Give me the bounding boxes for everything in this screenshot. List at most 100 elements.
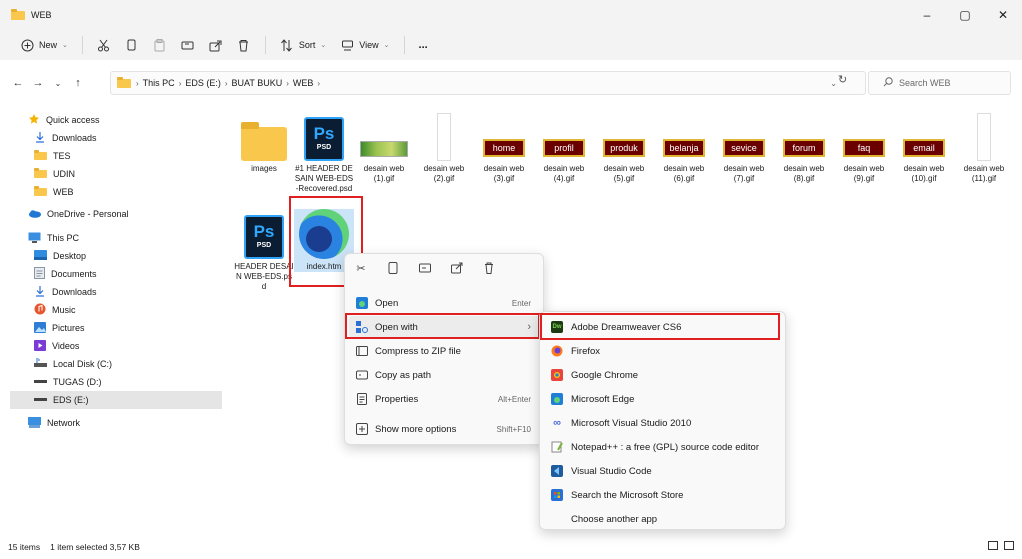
file-item-gif-1[interactable]: desain web (1).gif [354,111,414,184]
sidebar-item-local-disk-c[interactable]: Local Disk (C:) [10,355,222,373]
cut-icon[interactable]: ✂ [355,262,367,275]
minimize-button[interactable]: – [908,0,946,30]
file-item-gif-4[interactable]: profil desain web (4).gif [534,111,594,184]
share-icon[interactable] [451,262,463,274]
paste-button[interactable] [153,38,167,52]
menu-item-properties[interactable]: Properties Alt+Enter [349,388,541,410]
back-arrow-icon[interactable]: ← [8,77,28,89]
sidebar-item-udin[interactable]: UDIN [10,165,222,183]
app-label: Firefox [571,345,601,357]
breadcrumb-buat-buku[interactable]: BUAT BUKU [232,78,283,88]
trash-icon[interactable] [483,262,495,274]
menu-item-open-with[interactable]: Open with › [349,316,541,338]
file-item-gif-11[interactable]: desain web (11).gif [954,111,1014,184]
cut-button[interactable] [97,38,111,52]
view-button[interactable]: View ⌄ [340,38,390,52]
menu-item-compress-zip[interactable]: Compress to ZIP file [349,340,541,362]
zip-icon [356,345,368,357]
breadcrumb-web[interactable]: WEB [293,78,314,88]
file-item-images[interactable]: images [234,111,294,174]
breadcrumb-separator: › [286,78,289,88]
sidebar-item-tes[interactable]: TES [10,147,222,165]
app-edge[interactable]: Microsoft Edge [544,388,783,410]
copy-button[interactable] [125,38,139,52]
app-microsoft-store[interactable]: Search the Microsoft Store [544,484,783,506]
refresh-icon[interactable]: ↻ [838,73,847,86]
rename-icon[interactable] [419,262,431,274]
app-visual-studio-2010[interactable]: ∞ Microsoft Visual Studio 2010 [544,412,783,434]
folder-icon [34,150,47,162]
sidebar-item-downloads[interactable]: Downloads [10,129,222,147]
menu-item-show-more-options[interactable]: Show more options Shift+F10 [349,418,541,440]
thumbnail-view-icon[interactable] [1004,541,1014,550]
music-icon [34,303,46,317]
app-dreamweaver[interactable]: Dw Adobe Dreamweaver CS6 [544,316,783,338]
view-icon [340,38,354,52]
sort-label: Sort [298,40,316,50]
sidebar-item-web[interactable]: WEB [10,183,222,201]
recent-chevron-icon[interactable]: ⌄ [48,79,68,88]
copy-icon[interactable] [387,262,399,274]
file-item-gif-8[interactable]: forum desain web (8).gif [774,111,834,184]
sidebar-item-label: OneDrive - Personal [47,209,129,219]
navigation-pane: Quick access Downloads TES UDIN WEB OneD… [0,108,222,528]
breadcrumb-separator: › [178,78,182,88]
app-notepad-plus-plus[interactable]: Notepad++ : a free (GPL) source code edi… [544,436,783,458]
sidebar-item-label: Downloads [52,133,97,143]
address-dropdown-icon[interactable]: ⌄ [830,79,837,88]
maximize-button[interactable]: ▢ [946,0,984,30]
file-item-gif-9[interactable]: faq desain web (9).gif [834,111,894,184]
sidebar-item-onedrive[interactable]: OneDrive - Personal [10,205,222,223]
rename-button[interactable] [181,38,195,52]
file-name: images [251,164,277,173]
sidebar-item-eds-e[interactable]: EDS (E:) [10,391,222,409]
sidebar-item-network[interactable]: Network [10,414,222,432]
app-label: Visual Studio Code [571,465,652,477]
delete-button[interactable] [237,38,251,52]
sort-button[interactable]: Sort ⌄ [280,38,326,52]
sidebar-item-desktop[interactable]: Desktop [10,247,222,265]
up-arrow-icon[interactable]: ↑ [68,77,88,89]
file-item-gif-6[interactable]: belanja desain web (6).gif [654,111,714,184]
sidebar-item-pictures[interactable]: Pictures [10,319,222,337]
sidebar-item-this-pc[interactable]: This PC [10,229,222,247]
sidebar-item-label: Network [47,418,81,428]
share-button[interactable] [209,38,223,52]
breadcrumb-this-pc[interactable]: This PC [143,78,175,88]
sidebar-item-quick-access[interactable]: Quick access [10,111,222,129]
file-item-psd[interactable]: Ps PSD #1 HEADER DESAIN WEB-EDS-Recovered… [294,111,354,194]
breadcrumb-eds[interactable]: EDS (E:) [185,78,221,88]
file-item-header-psd[interactable]: Ps PSD HEADER DESAIN WEB-EDS.psd [234,209,294,292]
menu-item-open[interactable]: Open Enter [349,292,541,314]
file-name: desain web (10).gif [903,164,945,183]
folder-icon [117,76,131,90]
sidebar-item-label: Music [52,305,76,315]
sidebar-item-documents[interactable]: Documents [10,265,222,283]
file-item-gif-5[interactable]: produk desain web (5).gif [594,111,654,184]
menu-item-copy-as-path[interactable]: Copy as path [349,364,541,386]
copy-icon [125,38,139,52]
address-bar[interactable]: › This PC › EDS (E:) › BUAT BUKU › WEB ›… [110,71,866,95]
sidebar-item-downloads-pc[interactable]: Downloads [10,283,222,301]
file-item-gif-7[interactable]: sevice desain web (7).gif [714,111,774,184]
sidebar-item-music[interactable]: Music [10,301,222,319]
forward-arrow-icon[interactable]: → [28,77,48,89]
menu-item-label: Properties [375,393,419,405]
sidebar-item-tugas-d[interactable]: TUGAS (D:) [10,373,222,391]
sidebar-item-videos[interactable]: Videos [10,337,222,355]
more-options-button[interactable]: ... [419,39,428,51]
file-item-gif-3[interactable]: home desain web (3).gif [474,111,534,184]
search-input[interactable]: Search WEB [868,71,1011,95]
file-item-gif-2[interactable]: desain web (2).gif [414,111,474,184]
app-firefox[interactable]: Firefox [544,340,783,362]
details-view-icon[interactable] [988,541,998,550]
new-button[interactable]: New ⌄ [20,38,68,52]
file-item-gif-10[interactable]: email desain web (10).gif [894,111,954,184]
file-name: desain web (5).gif [603,164,645,183]
paste-icon [153,38,167,52]
app-chrome[interactable]: Google Chrome [544,364,783,386]
file-name: desain web (11).gif [963,164,1005,183]
app-choose-another[interactable]: Choose another app [544,508,783,530]
app-vscode[interactable]: Visual Studio Code [544,460,783,482]
close-button[interactable]: ✕ [984,0,1022,30]
